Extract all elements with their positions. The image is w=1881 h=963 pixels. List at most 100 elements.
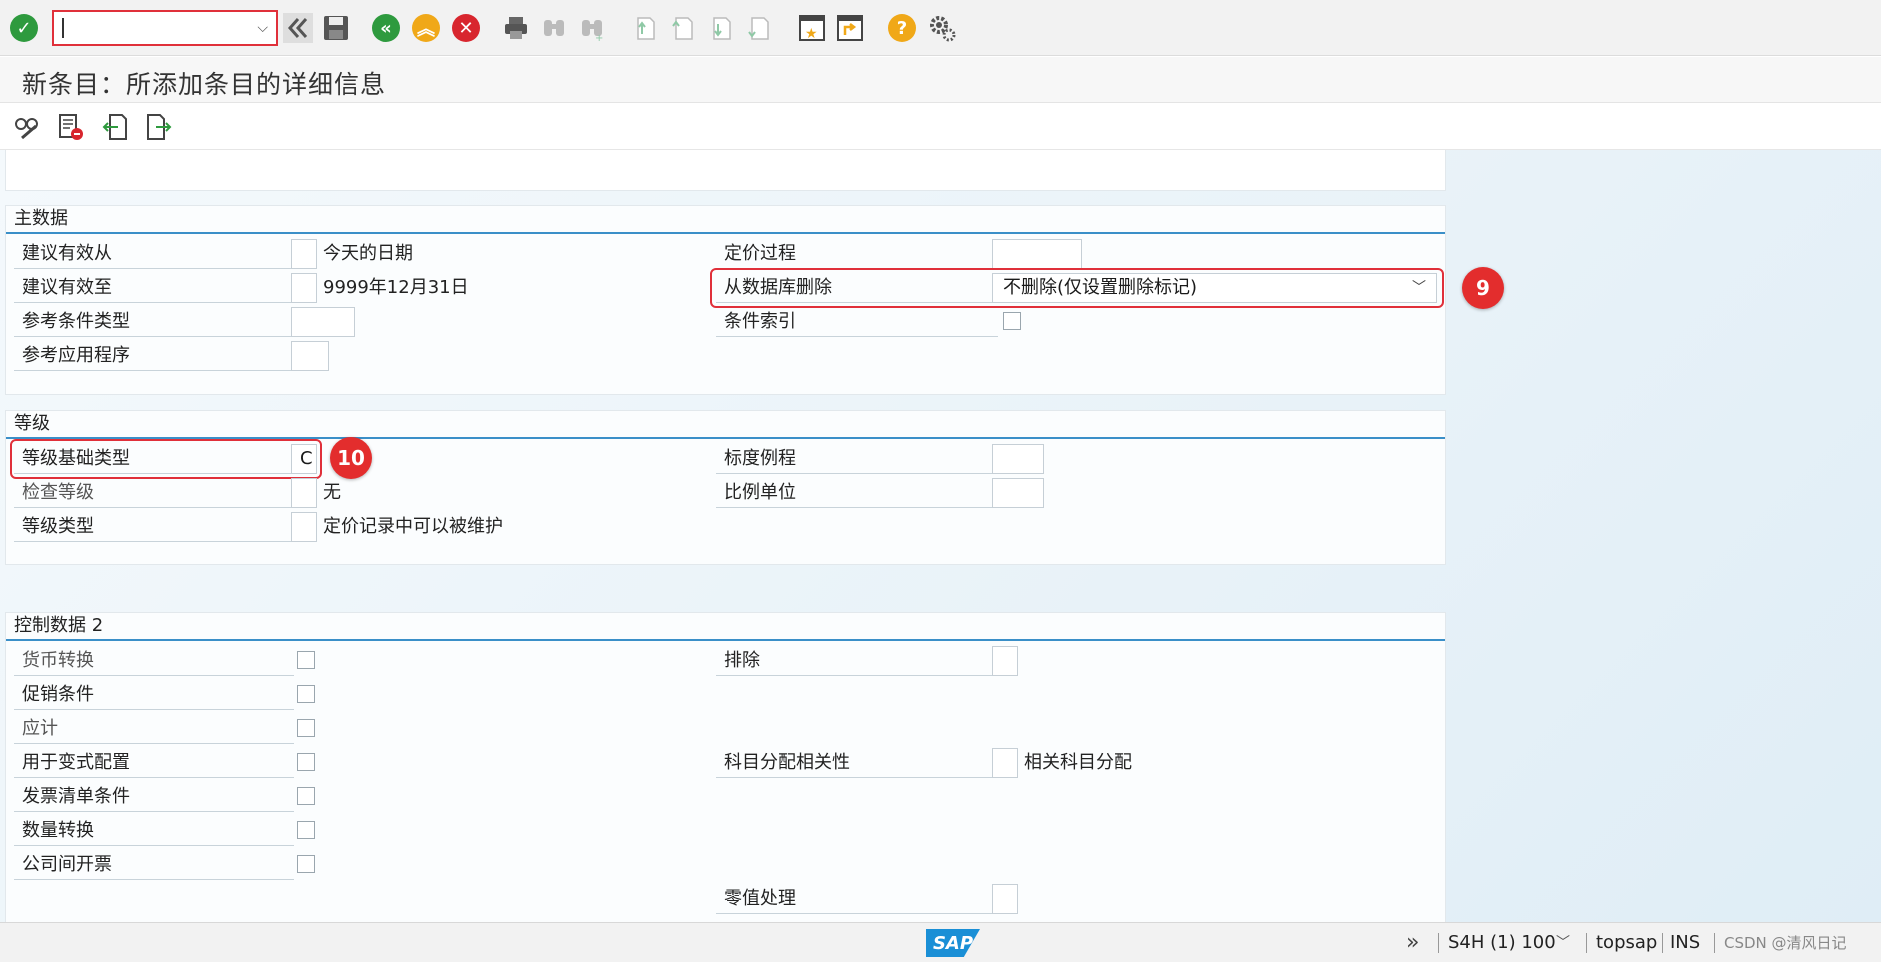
chevron-down-icon[interactable]: ⌵ xyxy=(257,20,268,36)
content-area: 主数据 建议有效从 今天的日期 建议有效至 9999年12月31日 参考条件类型… xyxy=(0,150,1881,922)
create-session-icon[interactable]: ★ xyxy=(796,12,828,44)
intercompany-billing-label: 公司间开票 xyxy=(14,850,294,880)
header-blank-area xyxy=(5,150,1446,191)
quantity-conversion-label: 数量转换 xyxy=(14,816,294,846)
watermark: CSDN @清风日记 xyxy=(1724,934,1847,952)
valid-from-value: 今天的日期 xyxy=(323,243,413,264)
save-icon[interactable] xyxy=(320,12,352,44)
delete-icon[interactable] xyxy=(56,112,86,142)
last-page-icon[interactable] xyxy=(742,12,774,44)
master-data-group: 主数据 建议有效从 今天的日期 建议有效至 9999年12月31日 参考条件类型… xyxy=(5,205,1446,395)
group-title-control-data: 控制数据 2 xyxy=(14,615,104,636)
exclusion-input[interactable] xyxy=(992,646,1018,676)
valid-from-input[interactable] xyxy=(291,239,317,269)
pricing-procedure-input[interactable] xyxy=(992,239,1082,269)
ref-cond-type-label: 参考条件类型 xyxy=(14,307,294,337)
page-title: 新条目：所添加条目的详细信息 xyxy=(22,70,387,99)
zero-value-label: 零值处理 xyxy=(716,884,998,914)
promotion-condition-checkbox[interactable] xyxy=(297,685,315,703)
enter-icon[interactable]: ✓ xyxy=(8,12,40,44)
system-info: S4H (1) 100 xyxy=(1448,932,1556,953)
expand-status-icon[interactable]: » xyxy=(1406,923,1419,963)
display-change-icon[interactable] xyxy=(12,112,42,142)
status-bar: SAP » S4H (1) 100 ﹀ topsap INS CSDN @清风日… xyxy=(0,922,1881,962)
previous-page-icon[interactable] xyxy=(666,12,698,44)
shortcut-icon[interactable] xyxy=(834,12,866,44)
divider xyxy=(1586,933,1587,953)
scale-type-label: 等级类型 xyxy=(14,512,294,542)
command-field[interactable]: ⌵ xyxy=(52,10,278,46)
ref-application-label: 参考应用程序 xyxy=(14,341,294,371)
find-next-icon[interactable]: + xyxy=(576,12,608,44)
valid-to-input[interactable] xyxy=(291,273,317,303)
ref-cond-type-input[interactable] xyxy=(291,307,355,337)
currency-conversion-checkbox[interactable] xyxy=(297,651,315,669)
command-input[interactable] xyxy=(62,18,250,38)
first-page-icon[interactable] xyxy=(628,12,660,44)
acct-assignment-input[interactable] xyxy=(992,748,1018,778)
variant-config-checkbox[interactable] xyxy=(297,753,315,771)
step-badge-10: 10 xyxy=(330,437,372,479)
svg-text:★: ★ xyxy=(805,26,818,42)
pricing-procedure-label: 定价过程 xyxy=(716,239,998,269)
settings-icon[interactable] xyxy=(926,12,958,44)
scale-unit-input[interactable] xyxy=(992,478,1044,508)
check-scale-input[interactable] xyxy=(291,478,317,508)
group-title-master-data: 主数据 xyxy=(14,208,68,229)
group-divider xyxy=(6,639,1445,641)
intercompany-billing-checkbox[interactable] xyxy=(297,855,315,873)
svg-text:+: + xyxy=(595,33,603,42)
application-toolbar xyxy=(0,104,1881,150)
sap-logo: SAP xyxy=(926,929,980,957)
cond-index-checkbox[interactable] xyxy=(1003,312,1021,330)
invoice-list-checkbox[interactable] xyxy=(297,787,315,805)
accrual-checkbox[interactable] xyxy=(297,719,315,737)
help-icon[interactable]: ? xyxy=(886,12,918,44)
back-icon[interactable]: « xyxy=(370,12,402,44)
highlight-box-10 xyxy=(10,439,322,479)
scales-group: 等级 等级基础类型 C 检查等级 无 等级类型 定价记录中可以被维护 标度例程 … xyxy=(5,410,1446,565)
divider xyxy=(1438,933,1439,953)
divider xyxy=(1662,933,1663,953)
acct-assignment-value: 相关科目分配 xyxy=(1024,752,1132,773)
chevron-down-icon[interactable]: ﹀ xyxy=(1556,923,1570,963)
find-icon[interactable] xyxy=(538,12,570,44)
scale-type-input[interactable] xyxy=(291,512,317,542)
step-badge-9: 9 xyxy=(1462,267,1504,309)
zero-value-input[interactable] xyxy=(992,884,1018,914)
group-divider xyxy=(6,232,1445,234)
scale-formula-label: 标度例程 xyxy=(716,444,998,474)
next-page-icon[interactable] xyxy=(704,12,736,44)
highlight-box-9 xyxy=(710,268,1444,308)
system-toolbar: ✓ ⌵ « ︽ ✕ + ★ ? xyxy=(0,0,1881,56)
valid-from-label: 建议有效从 xyxy=(14,239,294,269)
scale-type-value: 定价记录中可以被维护 xyxy=(323,516,503,537)
scale-unit-label: 比例单位 xyxy=(716,478,998,508)
accrual-label: 应计 xyxy=(14,714,294,744)
back-nav-icon[interactable] xyxy=(282,12,314,44)
next-entry-icon[interactable] xyxy=(144,112,174,142)
valid-to-value: 9999年12月31日 xyxy=(323,277,469,298)
print-icon[interactable] xyxy=(500,12,532,44)
previous-entry-icon[interactable] xyxy=(100,112,130,142)
cancel-icon[interactable]: ✕ xyxy=(450,12,482,44)
quantity-conversion-checkbox[interactable] xyxy=(297,821,315,839)
divider xyxy=(1714,933,1715,953)
title-bar: 新条目：所添加条目的详细信息 xyxy=(0,57,1881,103)
invoice-list-label: 发票清单条件 xyxy=(14,782,294,812)
check-scale-value: 无 xyxy=(323,482,341,503)
scale-formula-input[interactable] xyxy=(992,444,1044,474)
currency-conversion-label: 货币转换 xyxy=(14,646,294,676)
ref-application-input[interactable] xyxy=(291,341,329,371)
check-scale-label: 检查等级 xyxy=(14,478,294,508)
promotion-condition-label: 促销条件 xyxy=(14,680,294,710)
cond-index-label: 条件索引 xyxy=(716,307,998,337)
variant-config-label: 用于变式配置 xyxy=(14,748,294,778)
insert-mode[interactable]: INS xyxy=(1670,923,1700,963)
acct-assignment-label: 科目分配相关性 xyxy=(716,748,998,778)
group-title-scales: 等级 xyxy=(14,413,50,434)
server-name: topsap xyxy=(1596,932,1658,953)
exclusion-label: 排除 xyxy=(716,646,998,676)
control-data-group: 控制数据 2 货币转换 促销条件 应计 用于变式配置 发票清单条件 数量转换 公… xyxy=(5,612,1446,922)
exit-icon[interactable]: ︽ xyxy=(410,12,442,44)
